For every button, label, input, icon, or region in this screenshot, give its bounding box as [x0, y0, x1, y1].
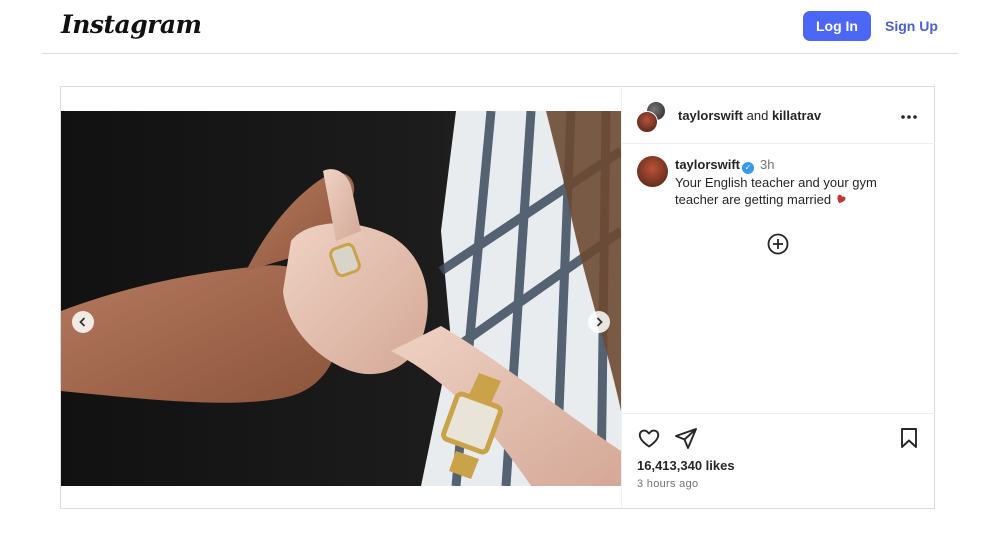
post-card: taylorswift and killatrav taylorswift ✓ 3h… — [60, 86, 935, 509]
post-actions: 16,413,340 likes 3 hours ago — [622, 413, 935, 508]
instagram-logo[interactable]: Instagram — [61, 10, 202, 39]
share-button[interactable] — [674, 426, 698, 450]
post-photo[interactable] — [61, 111, 621, 486]
authors-joiner: and — [743, 108, 772, 123]
bookmark-icon — [901, 428, 917, 448]
carousel-next-button[interactable] — [588, 311, 610, 333]
red-heart-emoji-icon — [837, 194, 846, 204]
caption-time[interactable]: 3h — [760, 157, 774, 172]
top-navigation: Instagram Log In Sign Up — [42, 0, 958, 54]
add-comment-button[interactable] — [767, 233, 789, 255]
verified-icon: ✓ — [742, 162, 755, 174]
send-icon — [675, 428, 697, 449]
author-link-taylorswift[interactable]: taylorswift — [678, 108, 743, 123]
more-options-button[interactable] — [900, 104, 918, 125]
like-button[interactable] — [637, 426, 661, 450]
add-comment-icon — [767, 233, 789, 255]
save-button[interactable] — [897, 426, 921, 450]
login-button[interactable]: Log In — [803, 11, 871, 41]
more-horizontal-icon — [901, 115, 917, 119]
engagement-photo — [61, 111, 621, 486]
carousel-prev-button[interactable] — [72, 311, 94, 333]
author-link-killatrav[interactable]: killatrav — [772, 108, 821, 123]
post-authors: taylorswift and killatrav — [678, 108, 821, 123]
caption-username[interactable]: taylorswift — [675, 157, 740, 172]
post-timestamp[interactable]: 3 hours ago — [637, 478, 698, 490]
chevron-left-icon — [79, 317, 86, 327]
post-media — [61, 87, 621, 508]
signup-link[interactable]: Sign Up — [885, 18, 938, 34]
heart-icon — [638, 429, 660, 448]
post-header: taylorswift and killatrav — [622, 87, 935, 144]
avatar-taylorswift — [636, 111, 658, 133]
post-caption: taylorswift ✓ 3h Your English teacher and … — [675, 156, 905, 208]
like-count[interactable]: 16,413,340 likes — [637, 458, 735, 473]
collab-avatars[interactable] — [636, 101, 668, 133]
post-sidebar: taylorswift and killatrav taylorswift ✓ 3h… — [621, 87, 935, 508]
chevron-right-icon — [596, 317, 603, 327]
caption-avatar[interactable] — [637, 156, 668, 187]
